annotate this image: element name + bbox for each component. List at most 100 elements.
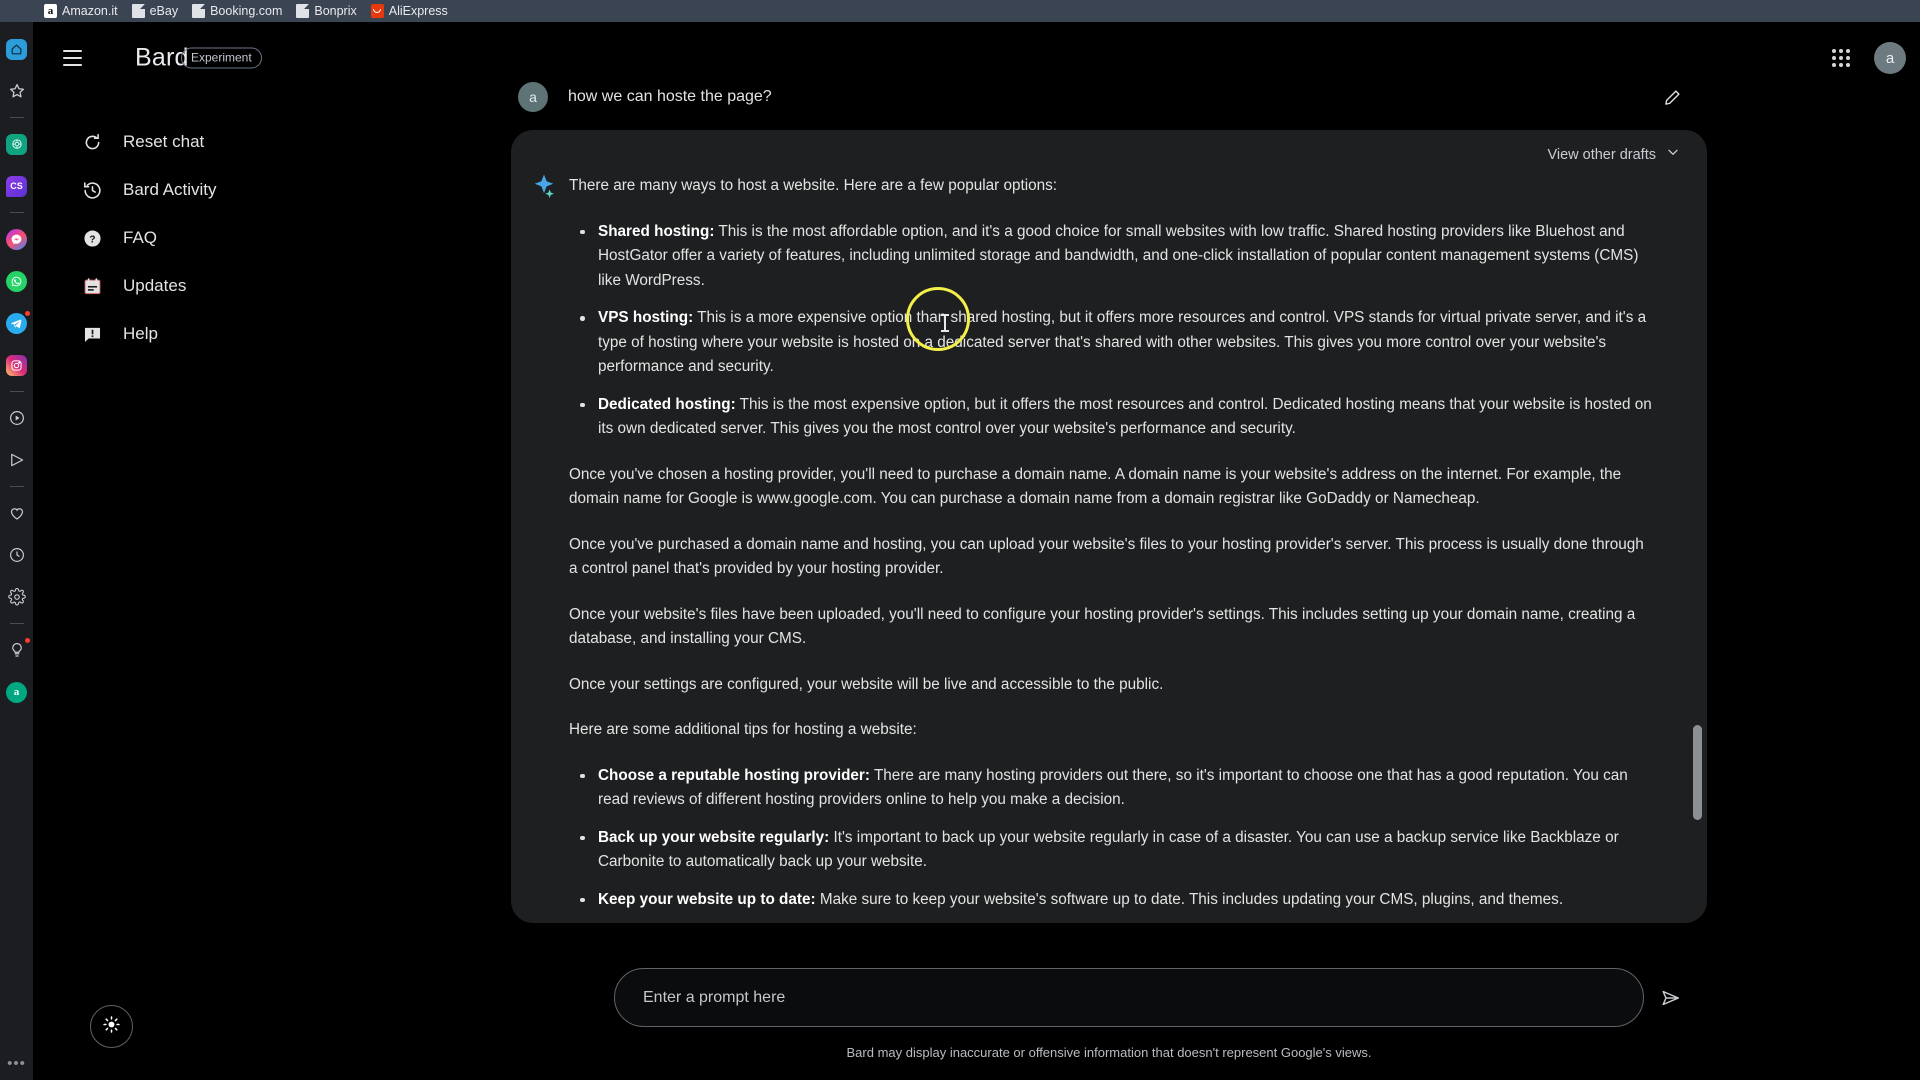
sun-icon bbox=[102, 1015, 121, 1039]
svg-text:?: ? bbox=[89, 234, 95, 245]
browser-bookmark-bar: a Amazon.it eBay Booking.com Bonprix Ali… bbox=[0, 0, 1920, 22]
rail-divider bbox=[9, 391, 24, 392]
bookmark-bonprix[interactable]: Bonprix bbox=[296, 0, 357, 22]
list-item-term: Back up your website regularly: bbox=[598, 828, 830, 846]
theme-toggle-button[interactable] bbox=[90, 1005, 133, 1048]
cs-icon[interactable]: CS bbox=[5, 174, 29, 198]
sidebar-item-bard-activity[interactable]: Bard Activity bbox=[33, 166, 403, 214]
chatgpt-icon[interactable] bbox=[5, 132, 29, 156]
bard-response-text: There are many ways to host a website. H… bbox=[569, 174, 1654, 923]
sidebar-item-reset-chat[interactable]: Reset chat bbox=[33, 118, 403, 166]
bookmark-label: Amazon.it bbox=[62, 4, 118, 18]
bookmark-label: Booking.com bbox=[210, 4, 283, 18]
list-item: VPS hosting: This is a more expensive op… bbox=[569, 306, 1654, 380]
refresh-icon bbox=[81, 131, 103, 153]
instagram-icon[interactable] bbox=[5, 353, 29, 377]
list-item: Choose a reputable hosting provider: The… bbox=[569, 764, 1654, 813]
prompt-box[interactable] bbox=[614, 968, 1680, 1027]
avatar-a-icon[interactable]: a bbox=[5, 680, 29, 704]
list-item-term: VPS hosting: bbox=[598, 309, 694, 326]
user-turn: a how we can hoste the page? bbox=[511, 64, 1707, 130]
rail-divider bbox=[9, 117, 24, 118]
tips-intro: Here are some additional tips for hostin… bbox=[569, 721, 917, 738]
amazon-icon: a bbox=[44, 4, 57, 18]
sidebar-item-faq[interactable]: ? FAQ bbox=[33, 214, 403, 262]
response-paragraph: Once your website's files have been uplo… bbox=[569, 605, 1636, 648]
list-item-term: Choose a reputable hosting provider: bbox=[598, 766, 870, 784]
avatar: a bbox=[518, 82, 548, 112]
bookmark-label: eBay bbox=[149, 4, 179, 18]
rail-divider bbox=[9, 623, 24, 624]
sidebar-nav: Reset chat Bard Activity ? FAQ Updates H… bbox=[33, 118, 403, 358]
play-circle-icon[interactable] bbox=[5, 406, 29, 430]
view-other-drafts-label: View other drafts bbox=[1547, 146, 1656, 163]
home-icon[interactable] bbox=[5, 37, 29, 61]
bard-sparkle-icon bbox=[533, 174, 555, 200]
pencil-icon[interactable] bbox=[1655, 80, 1689, 114]
response-paragraph: Once your settings are configured, your … bbox=[569, 675, 1164, 693]
composer: Bard may display inaccurate or offensive… bbox=[511, 968, 1707, 1060]
sidebar-item-label: Help bbox=[123, 324, 158, 343]
disclaimer-text: Bard may display inaccurate or offensive… bbox=[846, 1045, 1372, 1060]
rail-more-button[interactable]: ••• bbox=[7, 1055, 26, 1072]
bard-response-card: View other drafts There are many ways to… bbox=[511, 130, 1707, 923]
list-item: Dedicated hosting: This is the most expe… bbox=[569, 393, 1654, 442]
document-icon bbox=[296, 4, 310, 18]
feedback-icon bbox=[81, 323, 103, 345]
sidebar-item-updates[interactable]: Updates bbox=[33, 262, 403, 310]
sidebar-item-label: Updates bbox=[123, 276, 187, 295]
lightbulb-icon[interactable] bbox=[5, 637, 31, 662]
view-other-drafts-button[interactable]: View other drafts bbox=[1547, 144, 1681, 165]
rail-divider bbox=[9, 486, 24, 487]
avatar[interactable]: a bbox=[1874, 42, 1906, 74]
bookmark-aliexpress[interactable]: AliExpress bbox=[370, 0, 448, 22]
sidebar-item-label: Reset chat bbox=[123, 132, 205, 151]
heart-icon[interactable] bbox=[5, 501, 29, 525]
aliexpress-icon bbox=[370, 4, 384, 18]
messenger-icon[interactable] bbox=[5, 227, 29, 251]
list-item-term: Shared hosting: bbox=[598, 222, 715, 240]
send-icon[interactable] bbox=[5, 448, 29, 472]
clock-icon[interactable] bbox=[5, 543, 29, 567]
conversation-thread: a how we can hoste the page? View other … bbox=[511, 64, 1707, 923]
sidebar-item-label: FAQ bbox=[123, 228, 158, 247]
list-item-term: Keep your website up to date: bbox=[598, 890, 816, 908]
list-item-text: This is the most expensive option, but i… bbox=[598, 395, 1652, 438]
response-intro: There are many ways to host a website. H… bbox=[569, 177, 1058, 194]
bookmark-label: AliExpress bbox=[388, 4, 448, 18]
sidebar-item-help[interactable]: Help bbox=[33, 310, 403, 358]
telegram-icon[interactable] bbox=[5, 310, 31, 335]
list-item: Keep your website up to date: Make sure … bbox=[569, 888, 1654, 913]
history-icon bbox=[81, 179, 103, 201]
bookmark-ebay[interactable]: eBay bbox=[131, 0, 179, 22]
list-item: Shared hosting: This is the most afforda… bbox=[569, 220, 1654, 294]
hosting-options-list: Shared hosting: This is the most afforda… bbox=[569, 220, 1654, 442]
search-input[interactable] bbox=[615, 969, 1643, 1026]
notification-badge bbox=[23, 637, 31, 644]
notification-badge bbox=[23, 310, 31, 317]
send-icon[interactable] bbox=[1655, 982, 1687, 1014]
list-item-text: Make sure to keep your website's softwar… bbox=[815, 890, 1564, 908]
chevron-down-icon bbox=[1665, 144, 1681, 165]
hamburger-menu-icon[interactable] bbox=[55, 41, 89, 75]
bard-app: Bard Experiment a Reset chat Bard Activi… bbox=[33, 22, 1920, 1080]
document-icon bbox=[131, 4, 145, 18]
bookmark-amazon[interactable]: a Amazon.it bbox=[44, 0, 118, 22]
sidebar-item-label: Bard Activity bbox=[123, 180, 217, 199]
rail-divider bbox=[9, 212, 24, 213]
star-icon[interactable] bbox=[5, 79, 29, 103]
bookmark-booking[interactable]: Booking.com bbox=[192, 0, 282, 22]
apps-grid-icon[interactable] bbox=[1824, 41, 1858, 75]
help-circle-icon: ? bbox=[81, 227, 103, 249]
hosting-tips-list: Choose a reputable hosting provider: The… bbox=[569, 764, 1654, 913]
user-prompt-text: how we can hoste the page? bbox=[568, 88, 772, 105]
whatsapp-icon[interactable] bbox=[5, 269, 29, 293]
experiment-badge: Experiment bbox=[181, 47, 262, 69]
gear-icon[interactable] bbox=[5, 585, 29, 609]
response-scrollbar[interactable] bbox=[1693, 725, 1702, 820]
list-item: Back up your website regularly: It's imp… bbox=[569, 826, 1654, 875]
list-item-text: This is a more expensive option than sha… bbox=[598, 309, 1647, 375]
response-paragraph: Once you've purchased a domain name and … bbox=[569, 535, 1644, 578]
calendar-icon bbox=[81, 275, 103, 297]
response-paragraph: Once you've chosen a hosting provider, y… bbox=[569, 465, 1622, 508]
